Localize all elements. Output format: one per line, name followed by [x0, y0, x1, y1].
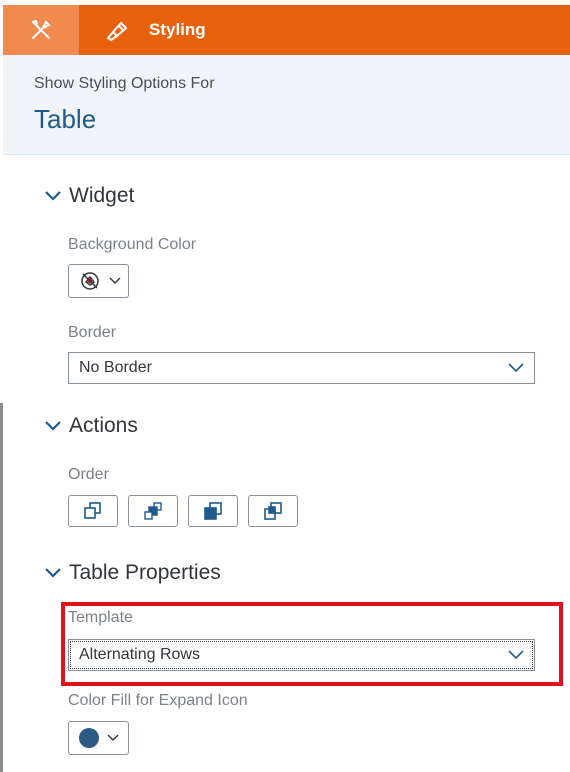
bring-to-front-icon: [84, 502, 101, 519]
expand-icon-fill-picker[interactable]: [68, 721, 129, 755]
styling-subtitle: Show Styling Options For: [34, 75, 215, 92]
bring-forward-button[interactable]: [128, 495, 178, 527]
no-fill-icon: [81, 272, 99, 290]
bring-to-front-button[interactable]: [68, 495, 118, 527]
styling-panel: Widget Background Color Border No Border…: [3, 156, 570, 772]
panel-toolbar: Styling: [3, 5, 570, 55]
section-actions-header[interactable]: Actions: [43, 414, 138, 438]
chevron-down-icon: [45, 421, 61, 431]
chevron-down-icon: [508, 650, 524, 660]
template-label: Template: [68, 609, 133, 626]
send-to-back-button[interactable]: [248, 495, 298, 527]
styling-header: Show Styling Options For Table: [3, 55, 570, 155]
send-backward-icon: [204, 502, 222, 520]
section-actions-title: Actions: [69, 414, 138, 437]
section-table-properties-header[interactable]: Table Properties: [43, 561, 221, 585]
chevron-down-icon: [109, 277, 121, 284]
section-table-properties-title: Table Properties: [69, 561, 221, 584]
border-label: Border: [68, 324, 117, 341]
tab-styling-label: Styling: [149, 20, 206, 39]
border-select-value: No Border: [79, 359, 152, 376]
send-to-back-icon: [264, 502, 282, 520]
chevron-down-icon: [45, 191, 61, 201]
send-backward-button[interactable]: [188, 495, 238, 527]
background-color-picker[interactable]: [68, 264, 129, 298]
background-color-label: Background Color: [68, 236, 197, 253]
tools-icon: [32, 19, 51, 39]
expand-icon-fill-label: Color Fill for Expand Icon: [68, 692, 248, 709]
bring-forward-icon: [144, 502, 162, 520]
chevron-down-icon: [107, 734, 119, 741]
border-select[interactable]: No Border: [68, 352, 535, 384]
order-label: Order: [68, 466, 109, 483]
section-widget-header[interactable]: Widget: [43, 184, 134, 208]
section-widget-title: Widget: [69, 184, 135, 207]
template-select-value: Alternating Rows: [79, 646, 200, 663]
template-select[interactable]: Alternating Rows: [68, 639, 535, 671]
paint-brush-icon: [107, 22, 127, 41]
color-swatch: [79, 728, 99, 748]
tab-builder[interactable]: [3, 5, 79, 55]
tab-styling[interactable]: Styling: [79, 5, 206, 55]
chevron-down-icon: [45, 568, 61, 578]
chevron-down-icon: [508, 363, 524, 373]
styling-target-title: Table: [34, 104, 97, 134]
